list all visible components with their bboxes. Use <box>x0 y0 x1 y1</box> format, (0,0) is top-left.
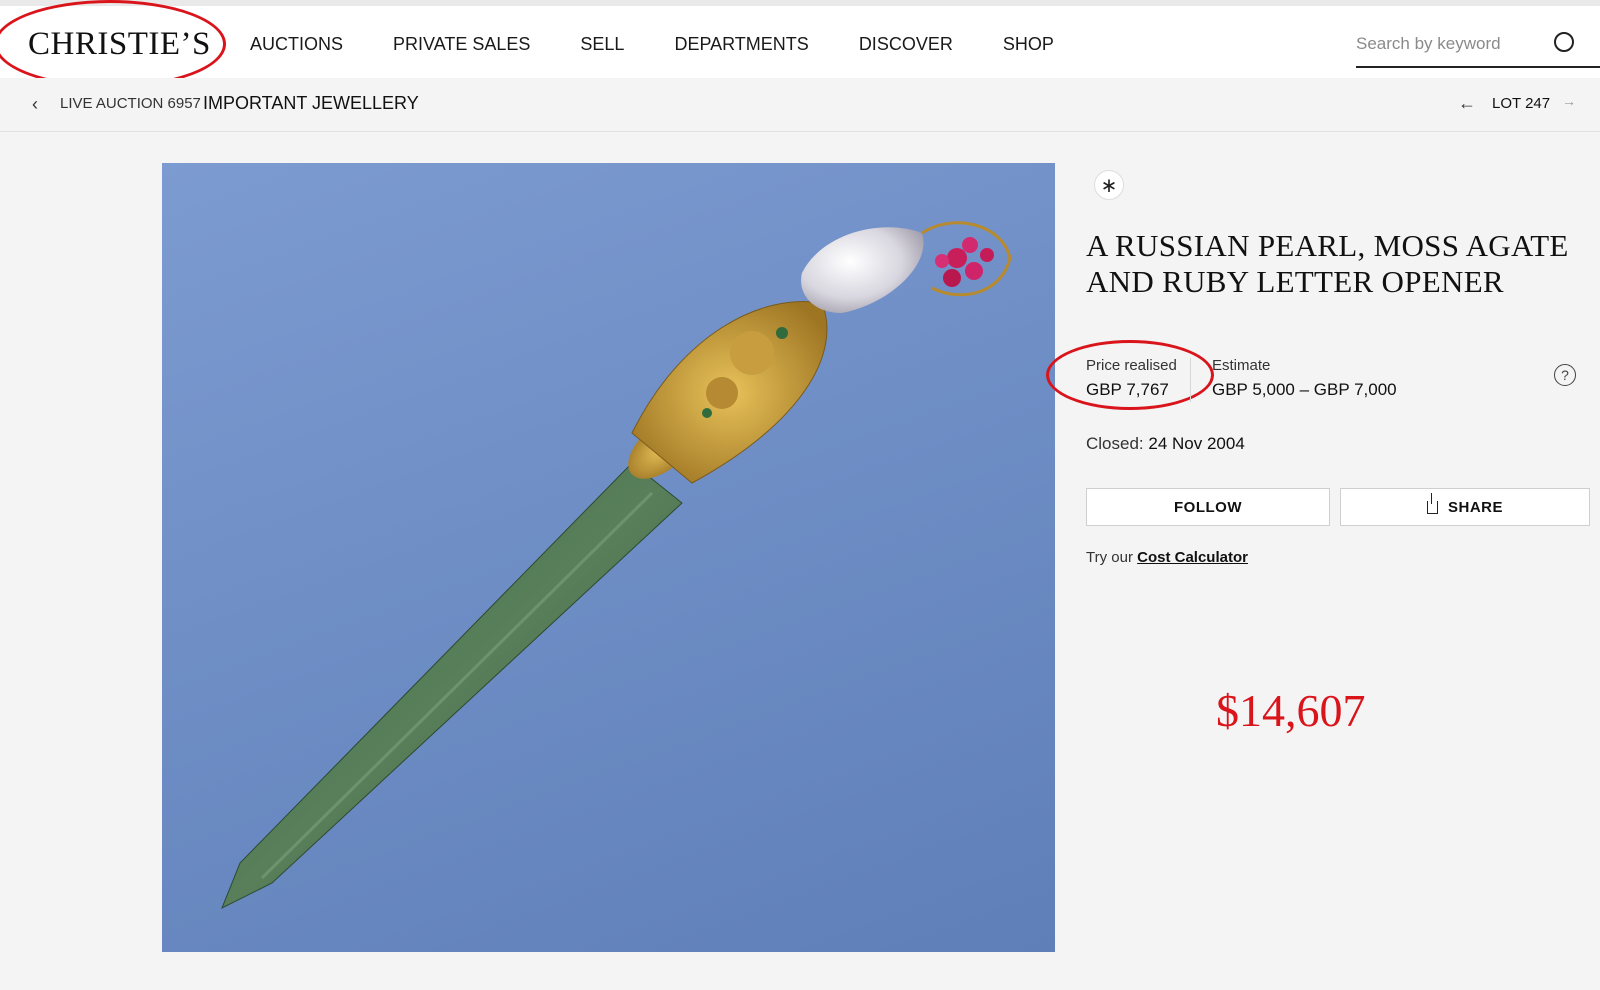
search-input[interactable] <box>1356 30 1546 54</box>
nav-sell[interactable]: SELL <box>580 34 624 55</box>
cost-calculator-line: Try our Cost Calculator <box>1086 549 1248 566</box>
share-button[interactable]: SHARE <box>1340 488 1590 526</box>
estimate-value: GBP 5,000 – GBP 7,000 <box>1212 380 1397 399</box>
follow-button[interactable]: FOLLOW <box>1086 488 1330 526</box>
nav-auctions[interactable]: AUCTIONS <box>250 34 343 55</box>
next-lot-arrow-icon[interactable]: → <box>1562 93 1576 109</box>
closed-value: 24 Nov 2004 <box>1148 434 1245 453</box>
estimate-label: Estimate <box>1212 357 1271 374</box>
calc-prefix: Try our <box>1086 549 1133 566</box>
chevron-left-icon[interactable]: ‹ <box>32 94 38 115</box>
auction-title[interactable]: IMPORTANT JEWELLERY <box>203 93 419 114</box>
share-label: SHARE <box>1447 498 1503 516</box>
auction-number[interactable]: LIVE AUCTION 6957 <box>60 95 201 112</box>
question-icon[interactable]: ? <box>1554 364 1576 386</box>
ruby-cluster <box>935 237 994 287</box>
top-navigation: CHRISTIE’S AUCTIONS PRIVATE SALES SELL D… <box>0 0 1600 88</box>
closed-date: Closed: 24 Nov 2004 <box>1086 434 1245 454</box>
share-icon <box>1426 492 1438 514</box>
search-box <box>1356 30 1600 68</box>
nav-discover[interactable]: DISCOVER <box>859 34 953 55</box>
cost-calculator-link[interactable]: Cost Calculator <box>1137 549 1248 566</box>
lot-title: A RUSSIAN PEARL, MOSS AGATE AND RUBY LET… <box>1086 228 1569 299</box>
nav-shop[interactable]: SHOP <box>1003 34 1054 55</box>
lot-image[interactable] <box>162 163 1055 952</box>
nav-departments[interactable]: DEPARTMENTS <box>674 34 808 55</box>
closed-label: Closed: <box>1086 434 1144 453</box>
lot-number: LOT 247 <box>1492 95 1551 112</box>
previous-lot-arrow-icon[interactable]: ← <box>1458 93 1476 114</box>
price-divider <box>1190 358 1191 402</box>
letter-opener-illustration <box>221 221 1012 910</box>
follow-label: FOLLOW <box>1174 498 1242 516</box>
usd-price-annotation: $14,607 <box>1216 685 1366 736</box>
breadcrumb: ‹ LIVE AUCTION 6957 IMPORTANT JEWELLERY … <box>0 78 1600 132</box>
logo-highlight-circle <box>0 0 226 88</box>
price-highlight-circle <box>1046 340 1214 410</box>
nav-private-sales[interactable]: PRIVATE SALES <box>393 34 530 55</box>
search-icon[interactable] <box>1554 32 1574 52</box>
asterisk-icon: ∗ <box>1094 170 1124 200</box>
main-nav: AUCTIONS PRIVATE SALES SELL DEPARTMENTS … <box>250 34 1054 55</box>
